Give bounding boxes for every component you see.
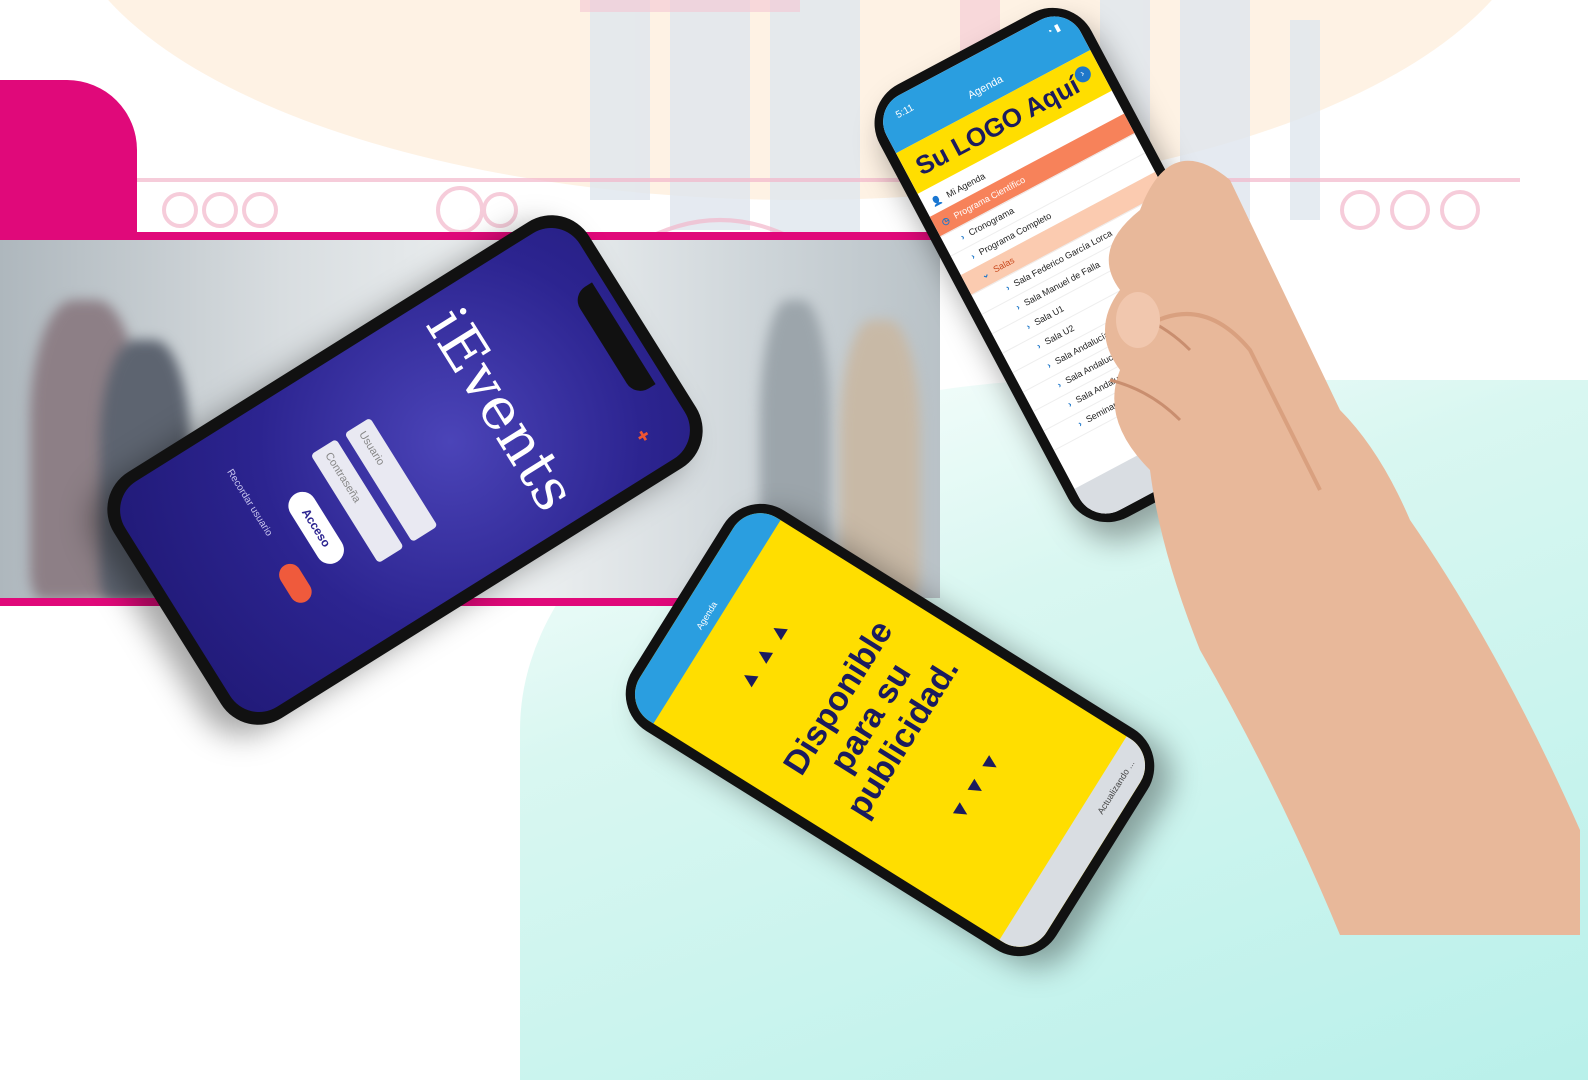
- chevron-right-icon: ›: [969, 251, 977, 262]
- remember-label: Recordar usuario: [224, 467, 275, 539]
- chevron-right-icon: ›: [1045, 360, 1053, 371]
- chevron-right-icon: ›: [1034, 340, 1043, 352]
- chevron-right-icon: ›: [1065, 399, 1074, 410]
- chevron-down-icon: ⌄: [979, 268, 991, 281]
- chevron-right-icon: ›: [1024, 321, 1032, 332]
- chevron-right-icon: ›: [1014, 301, 1022, 313]
- ad-header-title: Agenda: [694, 599, 720, 632]
- clock-icon: ◷: [939, 214, 952, 228]
- wifi-icon: ◔ ▮: [1044, 22, 1063, 39]
- user-icon: 👤: [929, 193, 944, 208]
- remember-toggle[interactable]: [274, 559, 316, 607]
- flag-icon[interactable]: ✚: [632, 427, 653, 446]
- accent-tab-shape: [0, 80, 137, 245]
- app-logo: iEvents: [413, 295, 591, 524]
- chevron-right-icon: ›: [958, 231, 967, 242]
- ad-message: Disponible para su publicidad.: [764, 594, 977, 841]
- chevron-right-icon: ›: [1003, 282, 1012, 293]
- hand-illustration: [1105, 160, 1580, 935]
- chevron-right-icon: ›: [1055, 379, 1063, 390]
- accent-line-top: [0, 232, 960, 240]
